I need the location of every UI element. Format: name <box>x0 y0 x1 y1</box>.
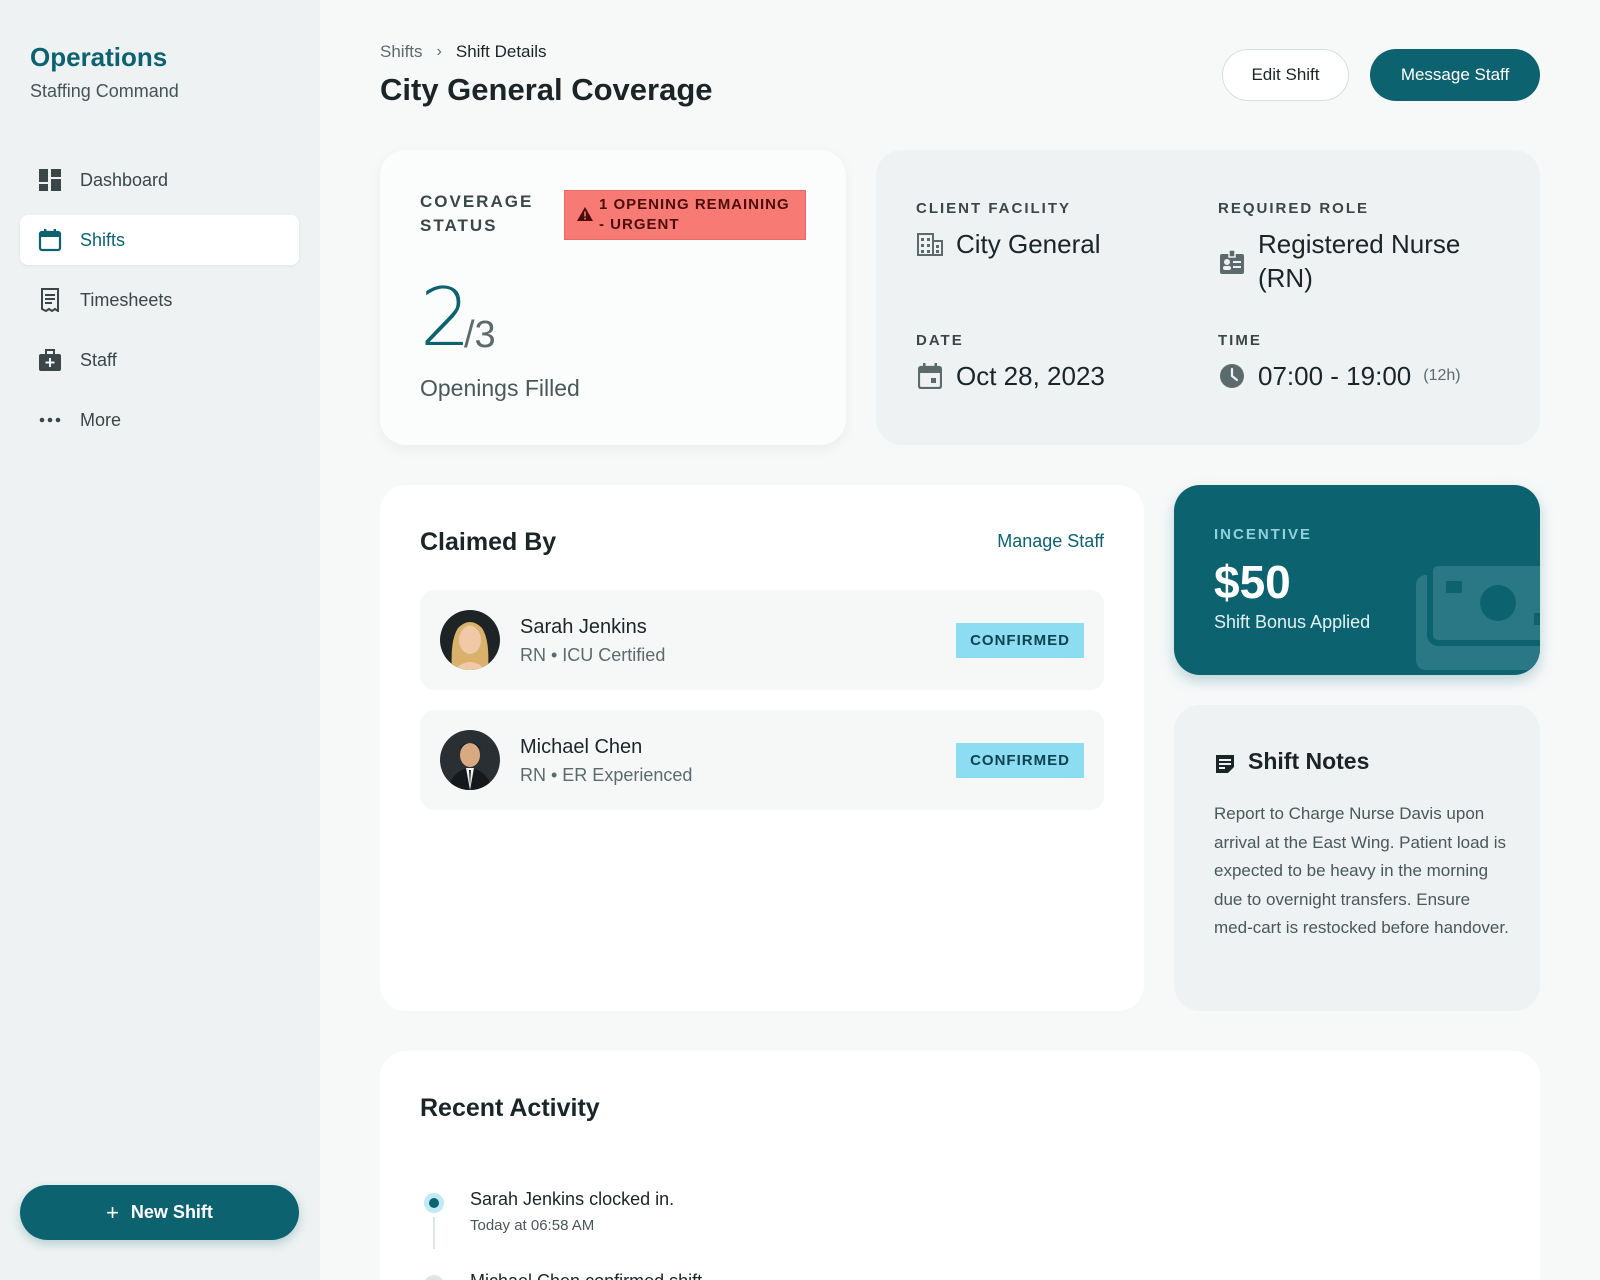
timeline-dot <box>424 1193 444 1213</box>
staff-credentials: RN • ER Experienced <box>520 765 693 785</box>
activity-text: Michael Chen confirmed shift. <box>470 1271 707 1280</box>
activity-action: confirmed shift. <box>585 1271 707 1280</box>
sidebar-item-label: Timesheets <box>80 289 173 310</box>
calendar-icon <box>38 228 62 252</box>
edit-shift-button[interactable]: Edit Shift <box>1222 49 1349 101</box>
sidebar-nav: Dashboard Shifts Timesheets Staff More <box>20 155 299 455</box>
date-label: DATE <box>916 332 964 349</box>
sidebar-item-label: Dashboard <box>80 169 169 190</box>
required-role-block: REQUIRED ROLE Registered Nurse (RN) <box>1218 200 1508 295</box>
incentive-value: $50 <box>1214 556 1291 608</box>
avatar <box>440 610 500 670</box>
client-facility-value: City General <box>956 229 1101 259</box>
incentive-label: INCENTIVE <box>1214 526 1313 543</box>
clock-icon <box>1218 359 1246 393</box>
incentive-subtitle: Shift Bonus Applied <box>1214 612 1371 632</box>
date-block: DATE Oct 28, 2023 <box>916 332 1206 393</box>
time-block: TIME 07:00 - 19:00 (12h) <box>1218 332 1518 393</box>
staff-credentials: RN • ICU Certified <box>520 645 666 665</box>
sidebar-item-timesheets[interactable]: Timesheets <box>20 275 299 325</box>
shift-duration: (12h) <box>1423 367 1461 384</box>
breadcrumb-current: Shift Details <box>455 42 547 61</box>
warning-icon <box>577 207 593 227</box>
activity-time: Today at 06:58 AM <box>470 1217 595 1234</box>
time-value: 07:00 - 19:00 <box>1258 361 1412 391</box>
coverage-status-label: COVERAGE STATUS <box>420 192 534 235</box>
activity-actor: Sarah Jenkins <box>470 1189 585 1209</box>
recent-activity-card: Recent Activity Sarah Jenkins clocked in… <box>380 1051 1540 1280</box>
sidebar: Operations Staffing Command Dashboard Sh… <box>0 0 320 1280</box>
claimed-by-title: Claimed By <box>420 528 557 556</box>
new-shift-label: New Shift <box>130 1202 213 1222</box>
shift-notes-text: Report to Charge Nurse Davis upon arriva… <box>1214 804 1509 937</box>
id-badge-icon <box>1218 245 1246 279</box>
medical-bag-icon <box>38 348 62 372</box>
incentive-card: INCENTIVE $50 Shift Bonus Applied <box>1174 485 1540 675</box>
sidebar-item-dashboard[interactable]: Dashboard <box>20 155 299 205</box>
date-value: Oct 28, 2023 <box>956 361 1105 391</box>
sidebar-item-shifts[interactable]: Shifts <box>20 215 299 265</box>
brand-subtitle: Staffing Command <box>30 81 179 101</box>
claimed-by-card: Claimed By Manage Staff Sarah Jenkins RN… <box>380 485 1144 1011</box>
shift-info-card: CLIENT FACILITY City General REQUIRED RO… <box>876 150 1540 445</box>
plus-icon: + <box>106 1199 119 1225</box>
urgent-alert-text: 1 OPENING REMAINING - URGENT <box>599 196 790 233</box>
breadcrumb: Shifts › Shift Details <box>380 42 547 62</box>
chevron-right-icon: › <box>436 43 442 60</box>
client-facility-label: CLIENT FACILITY <box>916 200 1071 217</box>
calendar-event-icon <box>916 359 944 393</box>
status-badge: CONFIRMED <box>956 743 1084 778</box>
staff-name: Sarah Jenkins <box>520 616 647 638</box>
coverage-status-card: COVERAGE STATUS 1 OPENING REMAINING - UR… <box>380 150 846 445</box>
recent-activity-title: Recent Activity <box>420 1094 600 1122</box>
brand-title: Operations <box>30 42 168 72</box>
building-icon <box>916 227 944 261</box>
staff-name: Michael Chen <box>520 736 643 758</box>
breadcrumb-link-shifts[interactable]: Shifts <box>380 42 423 62</box>
shift-notes-title: Shift Notes <box>1248 748 1370 774</box>
activity-action: clocked in. <box>589 1189 675 1209</box>
sidebar-item-label: More <box>80 409 122 430</box>
staff-row[interactable]: Michael Chen RN • ER Experienced CONFIRM… <box>420 710 1104 810</box>
shift-notes-card: Shift Notes Report to Charge Nurse Davis… <box>1174 705 1540 1011</box>
activity-text: Sarah Jenkins clocked in. <box>470 1189 674 1210</box>
sidebar-item-label: Staff <box>80 349 117 370</box>
avatar <box>440 730 500 790</box>
total-openings: /3 <box>464 314 496 356</box>
sidebar-item-label: Shifts <box>80 229 126 250</box>
dashboard-icon <box>38 168 62 192</box>
required-role-value: Registered Nurse (RN) <box>1258 229 1461 293</box>
timeline-dot <box>424 1275 444 1280</box>
staff-row[interactable]: Sarah Jenkins RN • ICU Certified CONFIRM… <box>420 590 1104 690</box>
note-icon <box>1214 753 1236 780</box>
more-dots-icon <box>38 408 62 432</box>
urgent-alert-badge: 1 OPENING REMAINING - URGENT <box>564 190 806 240</box>
sidebar-item-more[interactable]: More <box>20 395 299 445</box>
client-facility-block: CLIENT FACILITY City General <box>916 200 1186 261</box>
activity-actor: Michael Chen <box>470 1271 580 1280</box>
sidebar-item-staff[interactable]: Staff <box>20 335 299 385</box>
status-badge: CONFIRMED <box>956 623 1084 658</box>
openings-filled-caption: Openings Filled <box>420 375 580 401</box>
page-title: City General Coverage <box>380 72 713 107</box>
timeline-line <box>433 1217 435 1249</box>
manage-staff-link[interactable]: Manage Staff <box>997 531 1104 552</box>
message-staff-button[interactable]: Message Staff <box>1370 49 1540 101</box>
time-label: TIME <box>1218 332 1262 349</box>
receipt-icon <box>38 288 62 312</box>
money-icon <box>1416 560 1540 675</box>
required-role-label: REQUIRED ROLE <box>1218 200 1370 217</box>
new-shift-button[interactable]: + New Shift <box>20 1185 299 1240</box>
